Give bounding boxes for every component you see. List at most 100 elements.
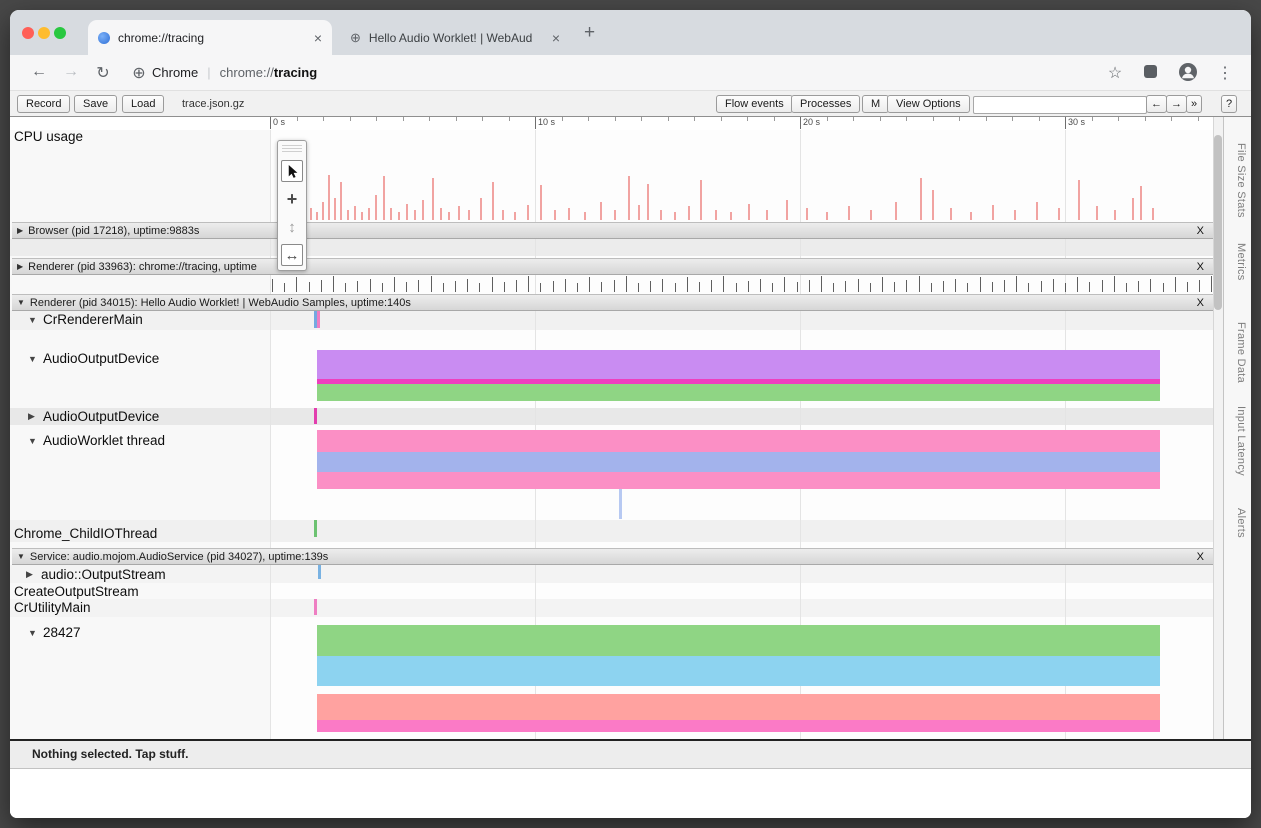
thread-row[interactable]: ▶audio::OutputStream xyxy=(26,566,166,583)
disclosure-triangle-icon[interactable]: ▶ xyxy=(28,411,43,422)
profile-avatar[interactable] xyxy=(1178,62,1198,87)
cpu-usage-spike xyxy=(422,200,424,220)
close-window-button[interactable] xyxy=(22,27,34,39)
trace-slice[interactable] xyxy=(317,625,1160,656)
ruler-tick xyxy=(1065,117,1066,129)
load-button[interactable]: Load xyxy=(122,95,164,113)
thread-row[interactable]: ▼AudioOutputDevice xyxy=(28,350,159,367)
trace-slice[interactable] xyxy=(314,599,317,615)
sidebar-tab[interactable]: Alerts xyxy=(1231,508,1247,538)
trace-slice[interactable] xyxy=(314,408,317,424)
process-header[interactable]: ▶Browser (pid 17218), uptime:9883sX xyxy=(12,222,1213,239)
forward-icon[interactable]: → xyxy=(62,63,80,81)
process-header[interactable]: ▶Renderer (pid 33963): chrome://tracing,… xyxy=(12,258,1213,275)
find-input[interactable] xyxy=(973,96,1147,114)
thread-row[interactable]: ▶AudioOutputDevice xyxy=(28,408,159,425)
process-header[interactable]: ▼Renderer (pid 34015): Hello Audio Workl… xyxy=(12,294,1213,311)
cpu-usage-spike xyxy=(347,210,349,220)
tab-webaudio[interactable]: ⊕ Hello Audio Worklet! | WebAud × xyxy=(340,20,570,55)
record-button[interactable]: Record xyxy=(17,95,70,113)
thread-label: CrRendererMain xyxy=(43,312,143,327)
trace-event-tick xyxy=(1211,276,1212,292)
disclosure-triangle-icon[interactable]: ▼ xyxy=(17,552,25,561)
ruler-tick xyxy=(429,117,430,121)
extension-icon[interactable] xyxy=(1144,65,1157,78)
trace-slice[interactable] xyxy=(314,520,317,537)
tab-tracing[interactable]: chrome://tracing × xyxy=(88,20,332,55)
trace-slice[interactable] xyxy=(317,720,1160,732)
row-band xyxy=(10,408,1213,425)
zoom-tool-button[interactable]: ↕ xyxy=(281,216,303,238)
tab-close-icon[interactable]: × xyxy=(552,30,560,46)
thread-row[interactable]: CreateOutputStream xyxy=(14,583,139,600)
url-scheme: chrome:// xyxy=(220,65,274,80)
trace-slice[interactable] xyxy=(318,564,321,579)
trace-slice[interactable] xyxy=(317,350,1160,379)
trace-slice[interactable] xyxy=(317,694,1160,720)
process-close-button[interactable]: X xyxy=(1195,261,1206,273)
selection-tool-button[interactable] xyxy=(281,160,303,182)
help-button[interactable]: ? xyxy=(1221,95,1237,113)
omnibox[interactable]: Chrome|chrome://tracing xyxy=(152,65,317,80)
cpu-usage-spike xyxy=(628,176,630,220)
process-close-button[interactable]: X xyxy=(1195,225,1206,237)
sidebar-tab[interactable]: Input Latency xyxy=(1231,406,1247,476)
sidebar-tab[interactable]: Metrics xyxy=(1231,243,1247,281)
thread-row[interactable]: Chrome_ChildIOThread xyxy=(14,525,157,542)
disclosure-triangle-icon[interactable]: ▼ xyxy=(28,436,43,446)
process-header[interactable]: ▼Service: audio.mojom.AudioService (pid … xyxy=(12,548,1213,565)
disclosure-triangle-icon[interactable]: ▼ xyxy=(28,354,43,364)
find-previous-button[interactable]: ← xyxy=(1146,95,1167,113)
thread-row[interactable]: ▼AudioWorklet thread xyxy=(28,432,165,449)
bookmark-star-icon[interactable]: ☆ xyxy=(1106,63,1124,83)
ruler-tick xyxy=(747,117,748,121)
save-button[interactable]: Save xyxy=(74,95,117,113)
disclosure-triangle-icon[interactable]: ▶ xyxy=(17,226,23,235)
tab-title: Hello Audio Worklet! | WebAud xyxy=(369,31,546,45)
cpu-usage-spike xyxy=(715,210,717,220)
disclosure-triangle-icon[interactable]: ▶ xyxy=(26,569,41,580)
pan-tool-button[interactable]: + xyxy=(281,188,303,210)
trace-slice[interactable] xyxy=(317,430,1160,452)
tab-close-icon[interactable]: × xyxy=(314,30,322,46)
sidebar-tab[interactable]: Frame Data xyxy=(1231,322,1247,383)
trace-event-tick xyxy=(443,283,444,292)
thread-row[interactable]: CPU usage xyxy=(14,128,83,145)
trace-slice[interactable] xyxy=(619,489,622,519)
disclosure-triangle-icon[interactable]: ▼ xyxy=(28,315,43,325)
ruler-tick xyxy=(1145,117,1146,121)
overflow-button[interactable]: » xyxy=(1186,95,1202,113)
trace-event-tick xyxy=(845,281,846,292)
menu-dots-icon[interactable]: ⋮ xyxy=(1216,63,1234,83)
minimize-window-button[interactable] xyxy=(38,27,50,39)
find-next-button[interactable]: → xyxy=(1166,95,1187,113)
back-icon[interactable]: ← xyxy=(30,63,48,81)
zoom-window-button[interactable] xyxy=(54,27,66,39)
ruler-tick xyxy=(270,117,271,129)
trace-event-tick xyxy=(772,283,773,292)
disclosure-triangle-icon[interactable]: ▼ xyxy=(28,628,43,638)
sidebar-tab[interactable]: File Size Stats xyxy=(1231,143,1247,218)
site-info-icon[interactable]: ⊕ xyxy=(130,63,148,83)
trace-slice[interactable] xyxy=(317,311,320,328)
trace-slice[interactable] xyxy=(317,472,1160,489)
trace-slice[interactable] xyxy=(317,452,1160,472)
thread-row[interactable]: CrUtilityMain xyxy=(14,599,91,616)
metrics-button[interactable]: M xyxy=(862,95,889,113)
disclosure-triangle-icon[interactable]: ▶ xyxy=(17,262,23,271)
trace-slice[interactable] xyxy=(317,656,1160,686)
timing-tool-button[interactable]: ↔ xyxy=(281,244,303,266)
reload-icon[interactable]: ↻ xyxy=(94,63,112,83)
flow-events-button[interactable]: Flow events xyxy=(716,95,793,113)
trace-slice[interactable] xyxy=(317,384,1160,401)
thread-row[interactable]: ▼CrRendererMain xyxy=(28,311,143,328)
ruler-tick xyxy=(509,117,510,121)
processes-button[interactable]: Processes xyxy=(791,95,860,113)
process-close-button[interactable]: X xyxy=(1195,551,1206,563)
thread-row[interactable]: ▼28427 xyxy=(28,624,81,641)
new-tab-button[interactable]: + xyxy=(584,22,595,44)
disclosure-triangle-icon[interactable]: ▼ xyxy=(17,298,25,307)
process-close-button[interactable]: X xyxy=(1195,297,1206,309)
view-options-button[interactable]: View Options xyxy=(887,95,970,113)
palette-drag-handle[interactable] xyxy=(282,145,302,154)
